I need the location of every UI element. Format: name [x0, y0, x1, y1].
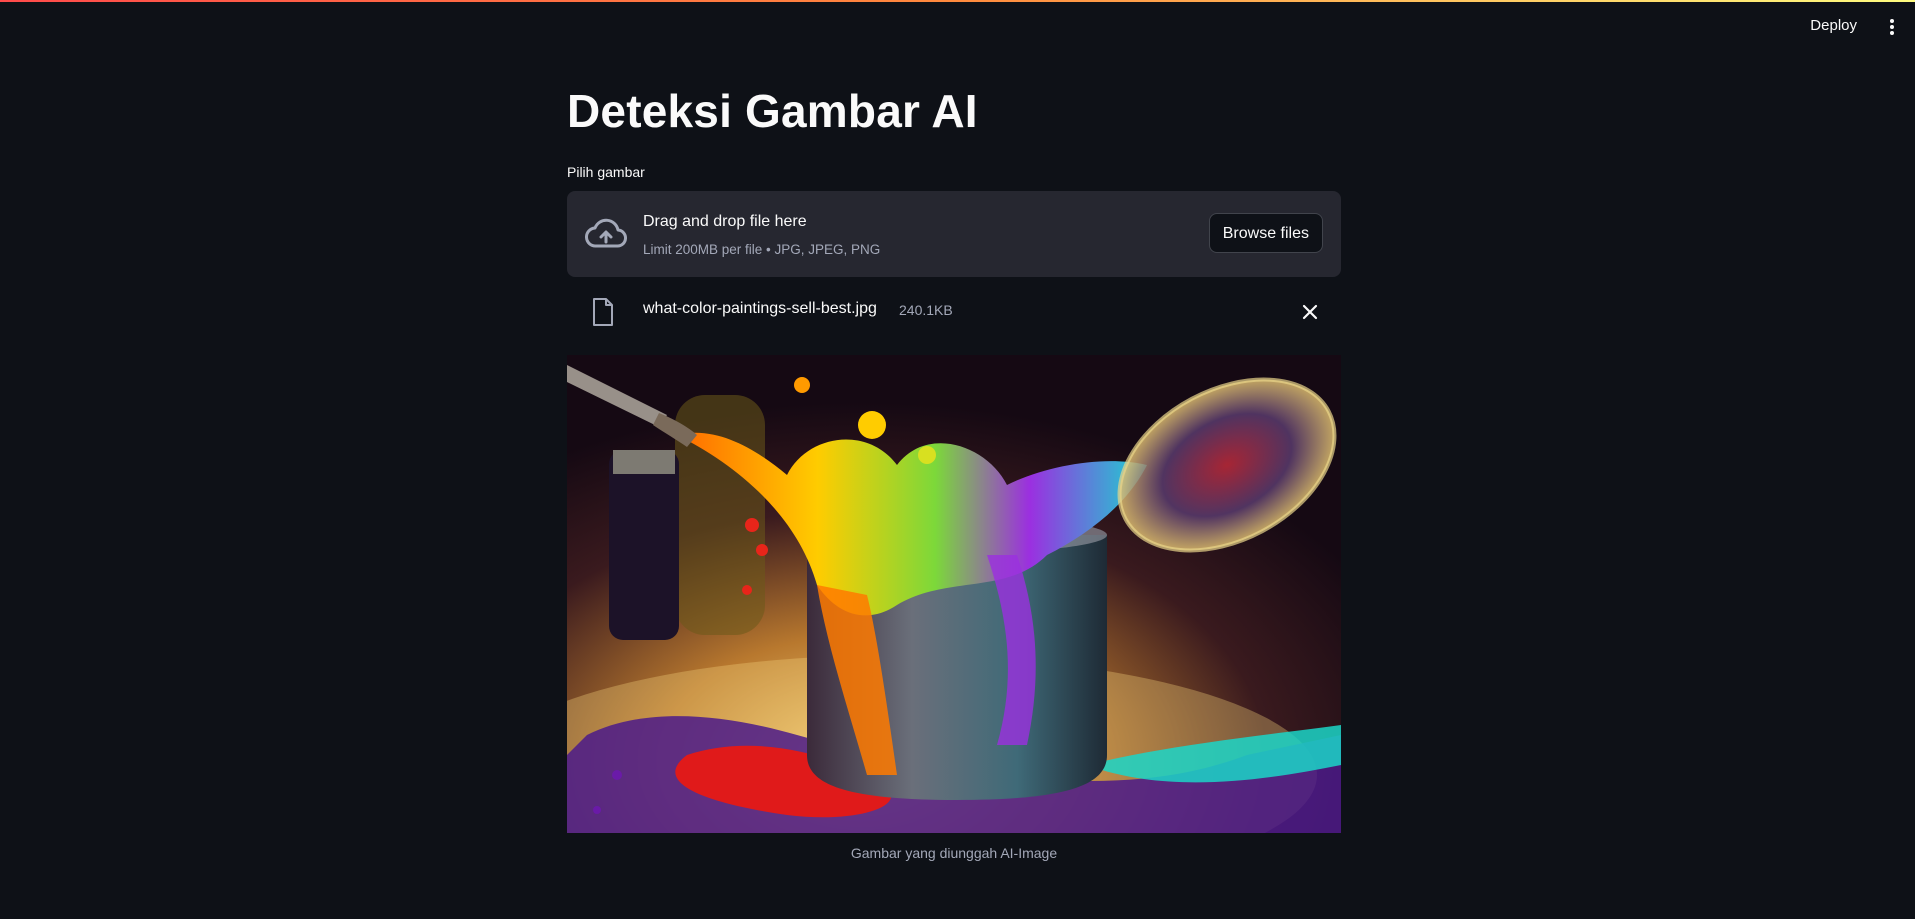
uploaded-image-preview	[567, 355, 1341, 833]
browse-files-button[interactable]: Browse files	[1208, 213, 1323, 253]
dropzone-instruction: Drag and drop file here	[643, 213, 807, 230]
uploaded-file-name: what-color-paintings-sell-best.jpg	[643, 300, 877, 317]
close-icon[interactable]	[1299, 301, 1321, 323]
file-icon	[593, 298, 613, 326]
deploy-button[interactable]: Deploy	[1804, 15, 1863, 36]
page-title: Deteksi Gambar AI	[567, 85, 978, 137]
uploaded-file-row: what-color-paintings-sell-best.jpg 240.1…	[567, 291, 1341, 333]
paint-splash-image	[567, 355, 1341, 833]
dropzone-limit-text: Limit 200MB per file • JPG, JPEG, PNG	[643, 242, 881, 257]
file-dropzone[interactable]: Drag and drop file here Limit 200MB per …	[567, 191, 1341, 277]
cloud-upload-icon	[585, 218, 627, 248]
image-caption: Gambar yang diunggah AI-Image	[850, 845, 1058, 861]
uploader-label: Pilih gambar	[567, 164, 645, 180]
app-header: Deploy	[0, 2, 1915, 52]
uploaded-file-size: 240.1KB	[899, 302, 953, 318]
kebab-menu-icon[interactable]	[1883, 14, 1901, 40]
